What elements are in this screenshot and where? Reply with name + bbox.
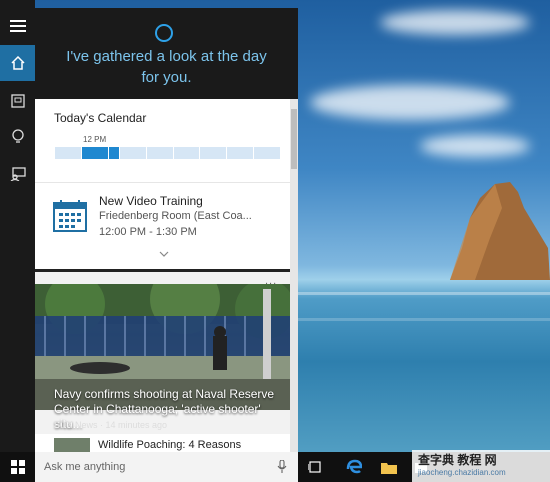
- greeting-line-1: I've gathered a look at the day: [66, 48, 267, 65]
- start-button[interactable]: [0, 452, 35, 482]
- edge-icon: [346, 459, 362, 474]
- interests-button[interactable]: [0, 119, 35, 155]
- cloud: [310, 85, 510, 120]
- card-divider: [35, 269, 290, 272]
- event-card[interactable]: New Video Training Friedenberg Room (Eas…: [35, 182, 290, 269]
- news-source: FOX News · 14 minutes ago: [54, 420, 168, 430]
- time-slot: [173, 147, 200, 159]
- time-slot-busy: [108, 147, 119, 159]
- news-thumbnail: [54, 438, 90, 452]
- notebook-icon: [10, 94, 25, 108]
- file-explorer-button[interactable]: [378, 452, 400, 482]
- calendar-icon: [53, 200, 87, 232]
- calendar-timeline: [55, 147, 280, 159]
- watermark: 查字典 教程 网 jiaocheng.chazidian.com: [412, 450, 550, 482]
- noon-label: 12 PM: [83, 135, 107, 144]
- hamburger-icon: [9, 20, 26, 32]
- chevron-down-icon[interactable]: [159, 251, 169, 257]
- cortana-feed[interactable]: Today's Calendar 12 PM New Video Trainin…: [35, 99, 290, 452]
- time-slot: [119, 147, 146, 159]
- folder-icon: [381, 462, 397, 474]
- time-slot: [254, 147, 280, 159]
- time-slot: [55, 147, 81, 159]
- time-slot: [146, 147, 173, 159]
- home-button[interactable]: [0, 45, 35, 81]
- rock-formation: [450, 182, 550, 280]
- time-slot: [227, 147, 254, 159]
- home-icon: [10, 56, 25, 70]
- greeting-line-2: for you.: [141, 69, 192, 86]
- notebook-button[interactable]: [0, 83, 35, 119]
- cloud: [420, 135, 530, 157]
- event-title: New Video Training: [99, 194, 203, 208]
- event-room: Friedenberg Room (East Coa...: [99, 210, 252, 222]
- windows-logo-icon: [10, 460, 25, 474]
- scrollbar-thumb[interactable]: [291, 109, 297, 169]
- news-item-title: Wildlife Poaching: 4 Reasons: [98, 439, 242, 451]
- watermark-url: jiaocheng.chazidian.com: [418, 468, 506, 477]
- cortana-panel: I've gathered a look at the day for you.…: [35, 8, 298, 452]
- sea-line: [298, 318, 550, 321]
- calendar-card[interactable]: Today's Calendar 12 PM: [35, 99, 290, 182]
- time-slot: [200, 147, 227, 159]
- feedback-button[interactable]: [0, 156, 35, 192]
- task-view-button[interactable]: [305, 452, 325, 482]
- cortana-header: I've gathered a look at the day for you.: [35, 8, 298, 99]
- cortana-logo-icon: [155, 24, 173, 42]
- microphone-icon[interactable]: [277, 460, 287, 474]
- cortana-greeting: I've gathered a look at the day for you.: [35, 46, 298, 88]
- lightbulb-icon: [11, 129, 24, 143]
- calendar-title: Today's Calendar: [54, 111, 147, 125]
- search-input[interactable]: Ask me anything: [35, 452, 298, 482]
- cortana-sidebar: [0, 0, 35, 452]
- time-slot-busy: [81, 147, 108, 159]
- feedback-icon: [10, 167, 26, 181]
- feed-scrollbar[interactable]: [290, 99, 298, 452]
- task-view-icon: [308, 461, 321, 473]
- search-placeholder: Ask me anything: [44, 461, 126, 473]
- hamburger-menu-button[interactable]: [0, 8, 35, 44]
- watermark-text: 查字典 教程 网: [418, 453, 497, 467]
- news-item-next[interactable]: Wildlife Poaching: 4 Reasons: [35, 434, 290, 452]
- sea-line: [298, 292, 550, 295]
- cloud: [380, 10, 530, 35]
- event-time: 12:00 PM - 1:30 PM: [99, 226, 197, 238]
- edge-browser-button[interactable]: [343, 452, 365, 482]
